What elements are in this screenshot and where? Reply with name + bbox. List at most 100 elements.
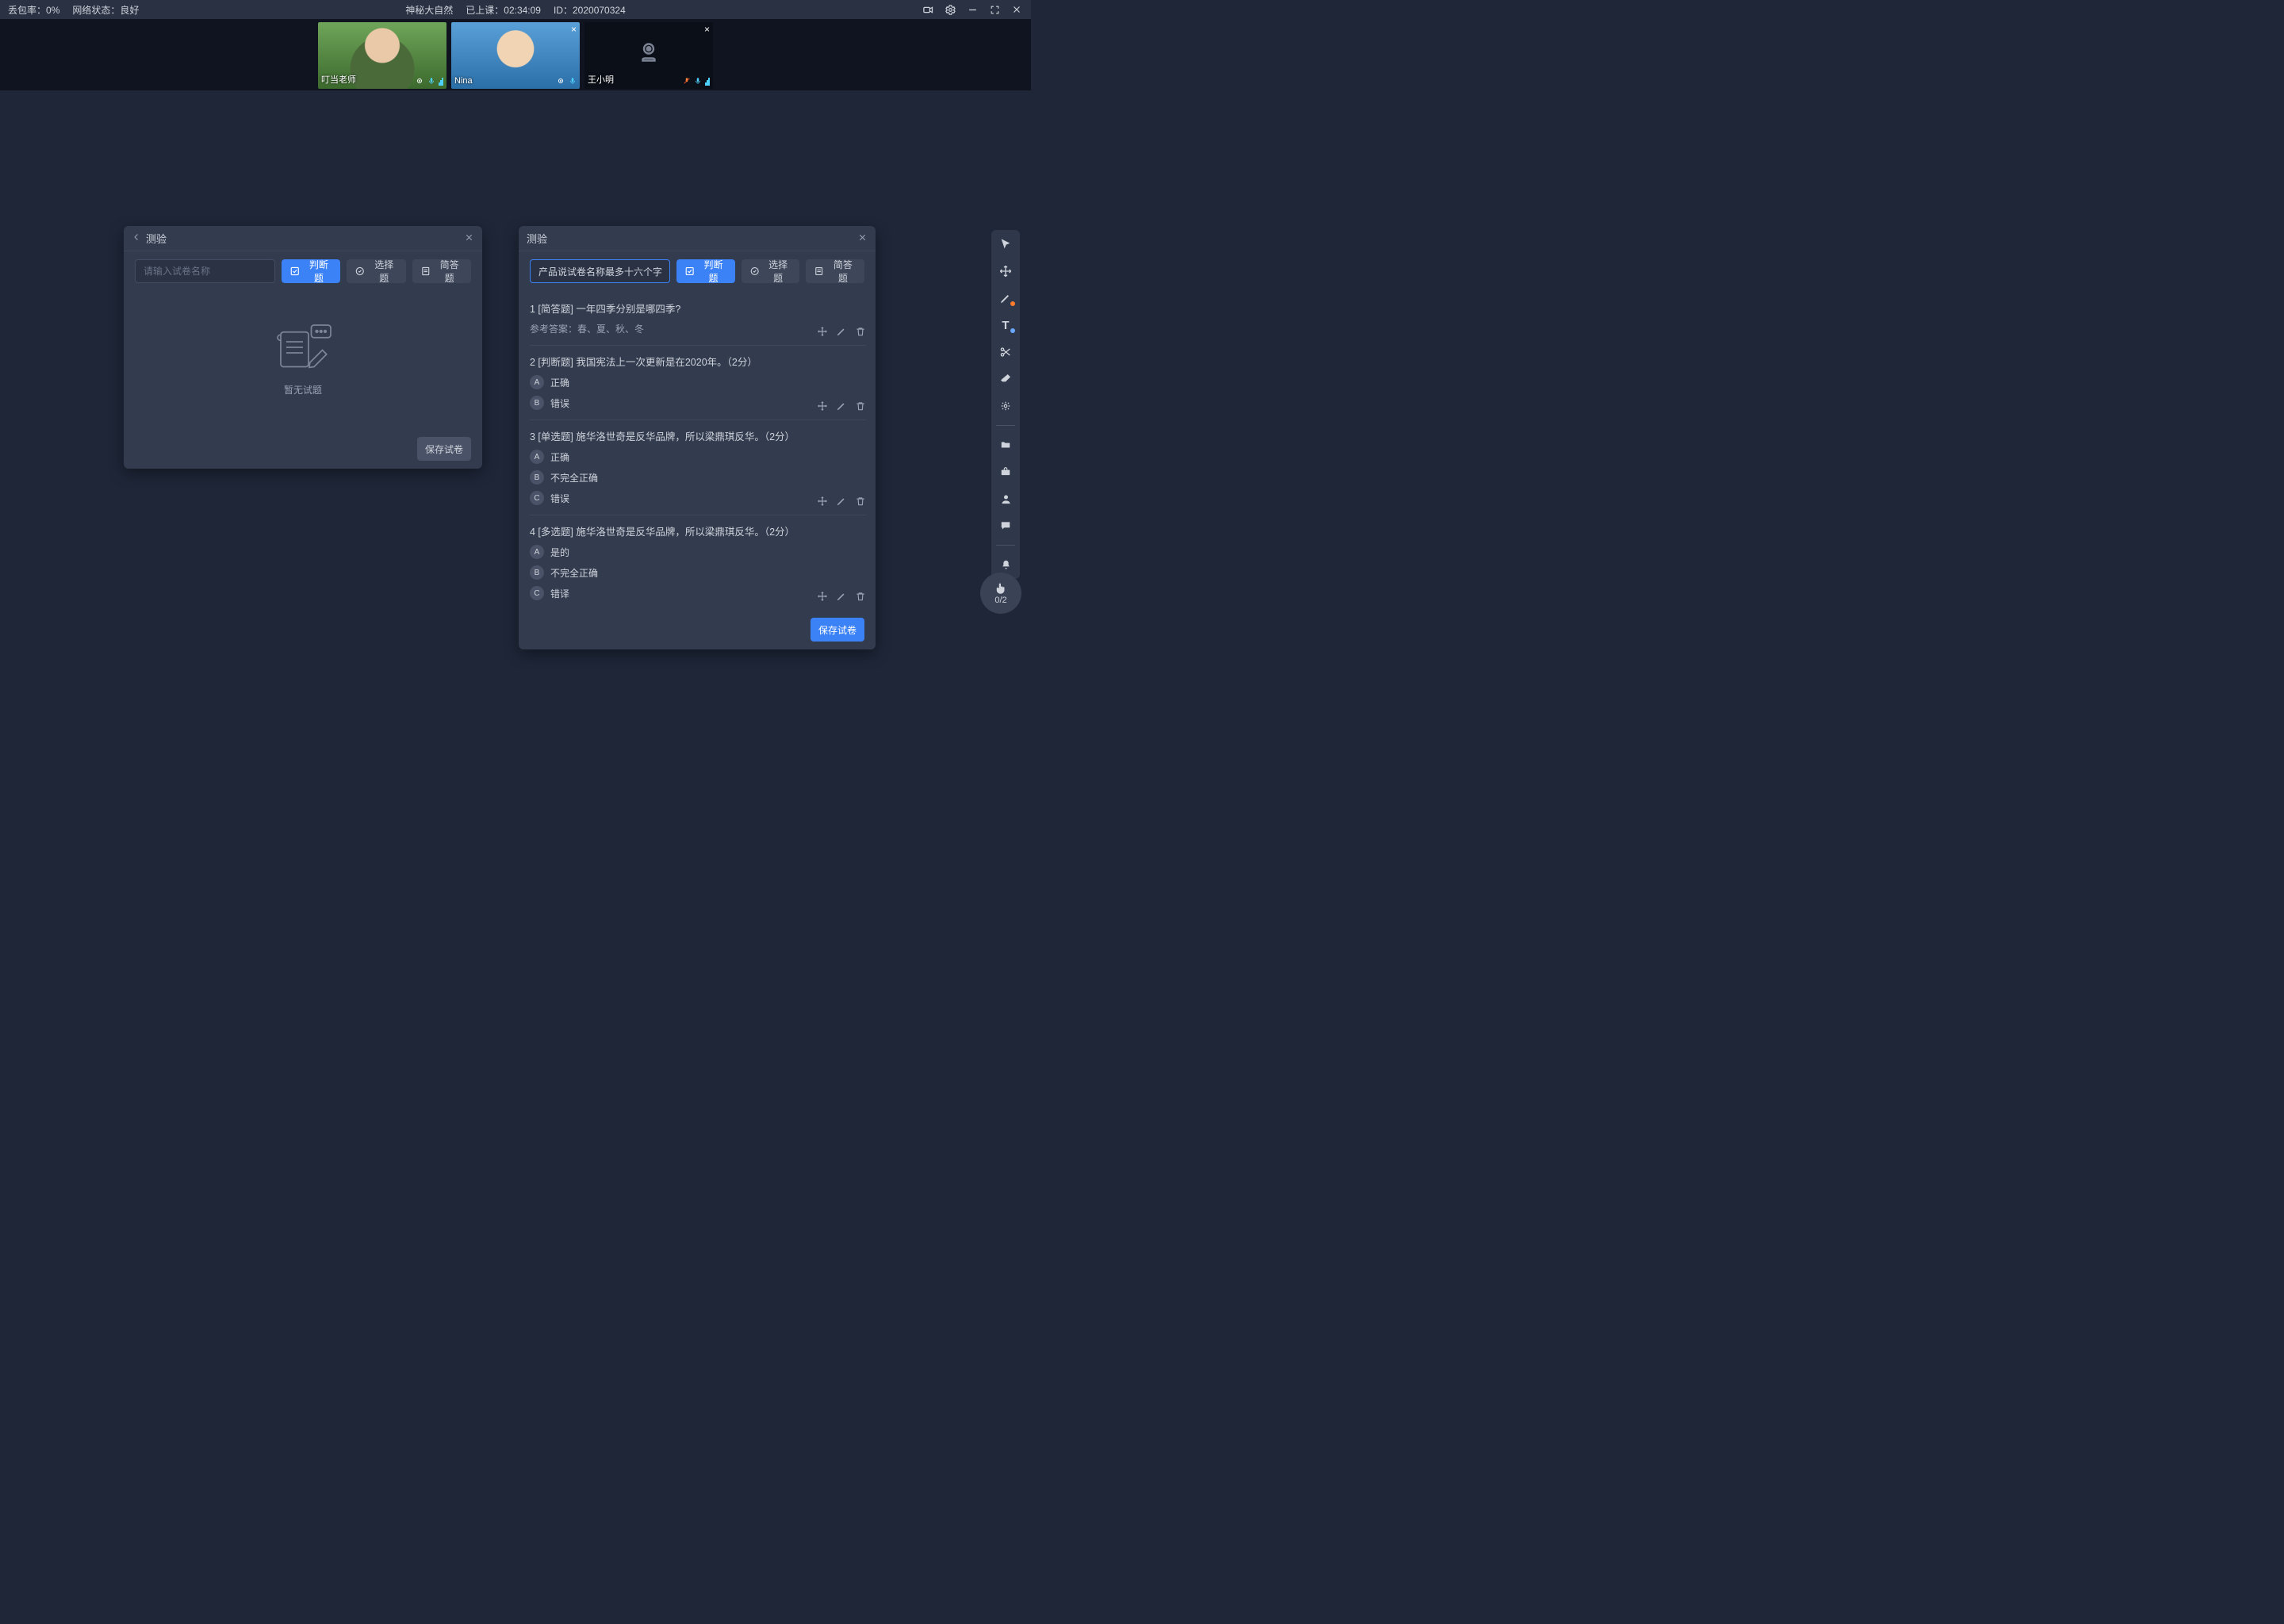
move-icon[interactable]	[817, 496, 828, 507]
move-icon[interactable]	[817, 400, 828, 412]
class-title: 神秘大自然	[405, 3, 453, 17]
quiz-name-input[interactable]	[135, 259, 275, 283]
video-tile[interactable]: × 王小明	[584, 22, 713, 89]
save-button[interactable]: 保存试卷	[811, 618, 864, 642]
add-short-button[interactable]: 简答题	[806, 259, 864, 283]
eraser-icon[interactable]	[994, 370, 1017, 389]
mic-icon	[569, 76, 577, 86]
video-row: 叮当老师 × Nina × 王小明	[0, 19, 1031, 90]
option-letter: C	[530, 586, 544, 600]
maximize-icon[interactable]	[988, 3, 1001, 16]
elapsed: 已上课：02:34:09	[466, 3, 541, 17]
option[interactable]: B 错误	[530, 396, 866, 410]
option[interactable]: A 正确	[530, 375, 866, 389]
add-judge-button[interactable]: 判断题	[676, 259, 735, 283]
bell-icon[interactable]	[994, 555, 1017, 574]
scissors-icon[interactable]	[994, 343, 1017, 362]
minimize-icon[interactable]	[966, 3, 979, 16]
edit-icon[interactable]	[836, 591, 847, 602]
crosshair-icon	[415, 76, 424, 86]
signal-icon	[439, 76, 443, 86]
option-letter: A	[530, 450, 544, 464]
toolbox-icon[interactable]	[994, 462, 1017, 481]
hand-count: 0/2	[994, 596, 1006, 605]
close-icon[interactable]: ×	[571, 24, 577, 35]
empty-text: 暂无试题	[284, 383, 322, 396]
edit-icon[interactable]	[836, 400, 847, 412]
quiz-panel-empty: 测验 判断题 选择题 简答题	[124, 226, 482, 469]
question-item: 4 [多选题] 施华洛世奇是反华品牌，所以梁鼎琪反华。（2分） A是的 B 不完全正确…	[530, 515, 866, 610]
close-icon[interactable]: ×	[704, 24, 710, 35]
option-letter: C	[530, 491, 544, 505]
laser-icon[interactable]	[994, 396, 1017, 416]
option[interactable]: C 错误	[530, 491, 866, 505]
option-letter: B	[530, 565, 544, 580]
move-icon[interactable]	[994, 262, 1017, 281]
mic-icon	[427, 76, 435, 86]
option-text: 正确	[550, 376, 569, 389]
question-title: 4 [多选题] 施华洛世奇是反华品牌，所以梁鼎琪反华。（2分）	[530, 523, 866, 538]
participant-name: 叮当老师	[321, 73, 356, 86]
add-short-button[interactable]: 简答题	[412, 259, 471, 283]
option[interactable]: B 不完全正确	[530, 565, 866, 580]
question-item: 2 [判断题] 我国宪法上一次更新是在2020年。（2分） A 正确 B 错误	[530, 346, 866, 420]
text-icon[interactable]: T	[994, 316, 1017, 335]
settings-icon[interactable]	[944, 3, 956, 16]
tool-rail: T	[991, 230, 1020, 579]
raise-hand-badge[interactable]: 0/2	[980, 573, 1021, 614]
edit-icon[interactable]	[836, 326, 847, 337]
video-tile[interactable]: × Nina	[451, 22, 580, 89]
participant-name: Nina	[454, 76, 473, 86]
option-text: 错误	[550, 396, 569, 410]
hand-icon	[994, 581, 1008, 596]
chat-icon[interactable]	[994, 516, 1017, 535]
edit-icon[interactable]	[836, 496, 847, 507]
pen-icon[interactable]	[994, 289, 1017, 308]
crosshair-icon	[556, 76, 565, 86]
delete-icon[interactable]	[855, 400, 866, 412]
option-letter: B	[530, 396, 544, 410]
video-tile[interactable]: 叮当老师	[318, 22, 446, 89]
option-text: 是的	[550, 546, 569, 559]
question-title: 2 [判断题] 我国宪法上一次更新是在2020年。（2分）	[530, 354, 866, 369]
option-text: 不完全正确	[550, 566, 598, 580]
option-text: 错误	[550, 492, 569, 505]
move-icon[interactable]	[817, 326, 828, 337]
cursor-icon[interactable]	[994, 235, 1017, 254]
close-icon[interactable]	[464, 232, 474, 245]
add-judge-button[interactable]: 判断题	[282, 259, 340, 283]
question-title: 1 [简答题] 一年四季分别是哪四季?	[530, 301, 866, 316]
quiz-name-input[interactable]	[530, 259, 670, 283]
option[interactable]: A是的	[530, 545, 866, 559]
option[interactable]: A 正确	[530, 450, 866, 464]
option[interactable]: B不完全正确	[530, 470, 866, 485]
person-icon[interactable]	[994, 489, 1017, 508]
delete-icon[interactable]	[855, 326, 866, 337]
empty-state: 暂无试题	[135, 294, 471, 421]
delete-icon[interactable]	[855, 496, 866, 507]
signal-icon	[705, 76, 710, 86]
camera-toggle-icon[interactable]	[922, 3, 934, 16]
network-status: 网络状态：良好	[72, 3, 139, 17]
question-list: 1 [简答题] 一年四季分别是哪四季?参考答案：春、夏、秋、冬 2 [判断题] …	[530, 293, 871, 610]
participant-name: 王小明	[588, 73, 614, 86]
option[interactable]: C错译	[530, 586, 866, 600]
panel-title: 测验	[146, 231, 167, 246]
save-button[interactable]: 保存试卷	[417, 437, 471, 461]
close-icon[interactable]	[857, 232, 868, 245]
question-item: 3 [单选题] 施华洛世奇是反华品牌，所以梁鼎琪反华。（2分）A正确B不完全正确…	[530, 420, 866, 515]
mic-icon	[694, 76, 702, 86]
quiz-panel: 测验 判断题 选择题 简答题 1 [简答题] 一年四季分别是哪四季?参考答案：春…	[519, 226, 876, 649]
folder-icon[interactable]	[994, 435, 1017, 454]
add-choice-button[interactable]: 选择题	[742, 259, 800, 283]
add-choice-button[interactable]: 选择题	[347, 259, 405, 283]
camera-off-icon	[634, 38, 663, 67]
back-icon[interactable]	[132, 232, 141, 244]
status-bar: 丢包率：0% 网络状态：良好 神秘大自然 已上课：02:34:09 ID：202…	[0, 0, 1031, 19]
option-letter: A	[530, 375, 544, 389]
delete-icon[interactable]	[855, 591, 866, 602]
option-text: 正确	[550, 450, 569, 464]
close-window-icon[interactable]	[1010, 3, 1023, 16]
move-icon[interactable]	[817, 591, 828, 602]
question-item: 1 [简答题] 一年四季分别是哪四季?参考答案：春、夏、秋、冬	[530, 293, 866, 346]
